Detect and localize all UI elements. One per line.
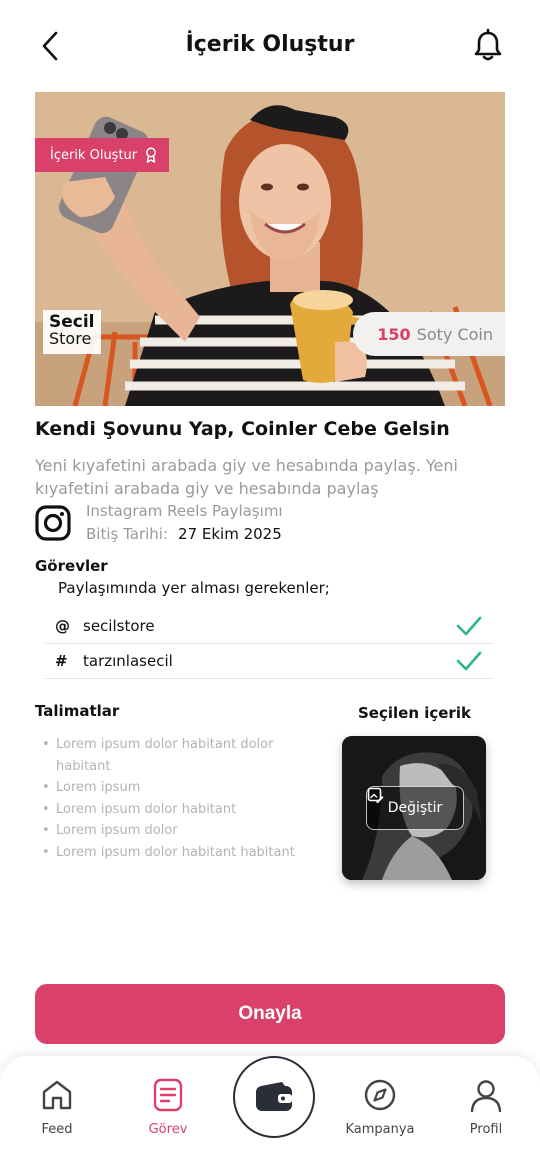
campaign-title: Kendi Şovunu Yap, Coinler Cebe Gelsin: [35, 418, 450, 440]
hashtag-symbol: #: [55, 651, 68, 670]
mention-symbol: @: [55, 616, 70, 635]
instruction-item: Lorem ipsum dolor habitant habitant: [42, 842, 332, 864]
compass-icon: [364, 1079, 396, 1111]
brand-logo-line2: Store: [49, 329, 92, 348]
selected-content-heading: Seçilen içerik: [358, 704, 471, 722]
coin-label: Soty Coin: [416, 324, 493, 344]
campaign-description: Yeni kıyafetini arabada giy ve hesabında…: [35, 456, 458, 498]
document-icon: [153, 1078, 183, 1112]
brand-logo: Secil Store: [43, 310, 101, 354]
user-icon: [470, 1080, 502, 1112]
instruction-item: Lorem ipsum dolor habitant: [42, 799, 332, 821]
bell-icon: [474, 28, 502, 61]
image-edit-icon: [367, 787, 384, 803]
check-icon: [456, 651, 482, 670]
wallet-icon: [256, 1082, 292, 1111]
content-type-label: Instagram Reels Paylaşımı: [86, 502, 283, 520]
deadline-label: Bitiş Tarihi:: [86, 525, 169, 543]
selected-content-thumbnail[interactable]: Değiştir: [342, 736, 486, 880]
tasks-heading: Görevler: [35, 557, 108, 575]
tab-campaigns[interactable]: Kampanya: [335, 1078, 425, 1148]
task-row-mention: @ secilstore: [45, 608, 493, 644]
tab-feed-label: Feed: [41, 1122, 73, 1137]
home-icon: [42, 1080, 72, 1110]
tab-profile-label: Profil: [469, 1122, 503, 1137]
content-type-badge: İçerik Oluştur: [35, 138, 170, 172]
tab-profile[interactable]: Profil: [441, 1078, 531, 1148]
tasks-subheading: Paylaşımında yer alması gerekenler;: [58, 579, 330, 597]
tab-feed[interactable]: Feed: [12, 1078, 102, 1148]
award-icon: [146, 147, 157, 163]
instructions-list: Lorem ipsum dolor habitant dolor habitan…: [42, 734, 332, 863]
instruction-item: Lorem ipsum: [42, 777, 332, 799]
tab-campaigns-label: Kampanya: [345, 1122, 415, 1137]
wallet-button[interactable]: [233, 1056, 315, 1138]
deadline: Bitiş Tarihi: 27 Ekim 2025: [86, 525, 282, 543]
notifications-button[interactable]: [472, 28, 504, 64]
task-row-hashtag: # tarzınlasecil: [45, 643, 493, 679]
check-icon: [456, 616, 482, 635]
coin-reward-pill: 150 Soty Coin: [353, 312, 505, 356]
confirm-button[interactable]: Onayla: [35, 984, 505, 1044]
tab-tasks[interactable]: Görev: [123, 1078, 213, 1148]
instruction-item: Lorem ipsum dolor habitant dolor habitan…: [42, 734, 332, 777]
campaign-hero-image: İçerik Oluştur Secil Store 150 Soty Coin: [35, 92, 505, 406]
task-text: tarzınlasecil: [83, 651, 173, 670]
page-title: İçerik Oluştur: [185, 32, 355, 57]
coin-amount: 150: [377, 324, 411, 344]
instagram-icon: [35, 505, 71, 541]
instructions-heading: Talimatlar: [35, 702, 120, 720]
task-text: secilstore: [83, 616, 155, 635]
change-content-button[interactable]: Değiştir: [366, 786, 464, 830]
instruction-item: Lorem ipsum dolor: [42, 820, 332, 842]
deadline-value: 27 Ekim 2025: [178, 525, 282, 543]
badge-label: İçerik Oluştur: [50, 147, 138, 163]
top-bar: İçerik Oluştur: [0, 0, 540, 92]
change-content-label: Değiştir: [387, 800, 443, 816]
tab-tasks-label: Görev: [148, 1122, 188, 1137]
